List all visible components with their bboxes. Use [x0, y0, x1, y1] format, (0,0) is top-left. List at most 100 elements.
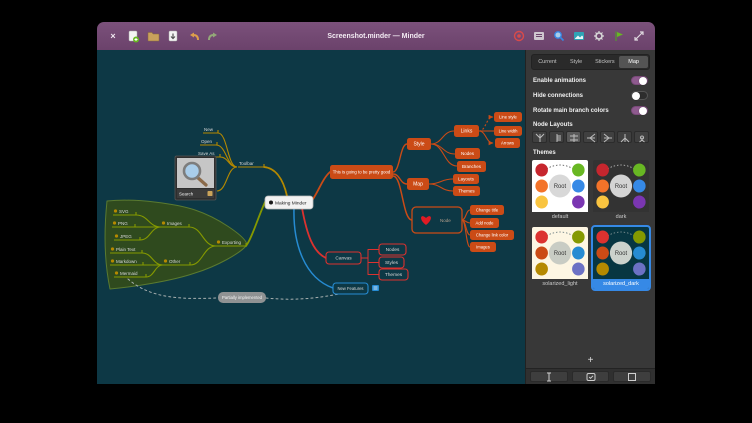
theme-solarized-light-thumbnail: Root: [532, 227, 588, 279]
layout-to-left-button[interactable]: [600, 131, 615, 143]
themes-grid: Root default Root dark Root solarized_li…: [526, 158, 655, 289]
mindmap-node-label: Images: [476, 245, 490, 250]
frame-button[interactable]: [613, 371, 651, 382]
theme-default[interactable]: Root default: [532, 160, 588, 222]
layout-downwards-button[interactable]: [617, 131, 632, 143]
mindmap-node-svg-dot: [114, 209, 117, 212]
layout-upwards-button[interactable]: [532, 131, 547, 143]
theme-solarized-light[interactable]: Root solarized_light: [532, 227, 588, 289]
mindmap-node-label: Arrows: [501, 141, 514, 146]
branch-edge: [313, 172, 330, 199]
sidebar-tabs: Current Style Stickers Map: [531, 54, 650, 70]
theme-solarized-light-label: solarized_light: [532, 279, 588, 289]
node-layouts-label: Node Layouts: [526, 118, 655, 130]
layout-to-right-icon: [585, 132, 597, 143]
titlebar[interactable]: ×: [97, 22, 655, 50]
theme-default-label: default: [532, 212, 588, 222]
export-button[interactable]: [611, 28, 627, 44]
tab-style[interactable]: Style: [562, 56, 591, 68]
mindmap-node-exporting-dot: [217, 240, 220, 243]
theme-solarized-dark-label: solarized_dark: [593, 279, 649, 289]
close-button[interactable]: ×: [105, 28, 121, 44]
focus-mode-button[interactable]: [511, 28, 527, 44]
mindmap-node-label: Search: [179, 192, 194, 197]
gear-icon: [593, 30, 605, 42]
focus-mode-icon: [513, 30, 525, 42]
shortcuts-button[interactable]: [531, 28, 547, 44]
layout-to-left-icon: [602, 132, 614, 143]
layout-horizontal-button[interactable]: [566, 131, 581, 143]
mindmap-node-label: SVG: [119, 209, 129, 214]
add-theme-button[interactable]: +: [526, 353, 655, 368]
branch-edge: [264, 167, 287, 196]
tab-stickers[interactable]: Stickers: [591, 56, 620, 68]
mindmap-node-mermaid-dot: [115, 271, 118, 274]
mindmap-node-label: Plain Text: [116, 247, 136, 252]
fullscreen-button[interactable]: [631, 28, 647, 44]
redo-button[interactable]: [205, 28, 221, 44]
text-select-icon: [544, 372, 554, 382]
branch-edge: [217, 167, 237, 191]
new-document-button[interactable]: [125, 28, 141, 44]
mindmap-node-label: PNG: [118, 221, 128, 226]
tab-map[interactable]: Map: [619, 56, 648, 68]
mindmap-node-label: Branches: [462, 164, 482, 169]
mindmap-canvas[interactable]: Making MinderToolbarNewOpenSave AsSearch…: [97, 50, 525, 384]
toggle-knob: [639, 107, 647, 115]
export-flag-icon: [613, 30, 625, 42]
layout-vertical-icon: [551, 132, 563, 143]
layout-downwards-icon: [619, 132, 631, 143]
image-check-button[interactable]: [572, 371, 610, 382]
mindmap-node-label: Themes: [458, 189, 475, 194]
rotate-branch-colors-toggle[interactable]: [631, 106, 648, 115]
toggle-knob: [639, 77, 647, 85]
mindmap-svg: Making MinderToolbarNewOpenSave AsSearch…: [97, 50, 525, 384]
image-check-icon: [586, 372, 596, 382]
mindmap-node-label: Node: [440, 218, 451, 223]
mindmap-node-images-dot: [162, 221, 165, 224]
svg-text:Root: Root: [554, 251, 567, 257]
mindmap-node-label: Other: [169, 259, 181, 264]
hide-connections-toggle[interactable]: [631, 91, 648, 100]
layout-to-right-button[interactable]: [583, 131, 598, 143]
theme-solarized-dark[interactable]: Root solarized_dark: [593, 227, 649, 289]
layout-manual-icon: [636, 132, 648, 143]
rotate-branch-colors-label: Rotate main branch colors: [533, 108, 609, 114]
theme-preview: Root: [532, 160, 588, 212]
branch-edge: [479, 131, 493, 143]
mindmap-node-jpeg-dot: [115, 234, 118, 237]
sidebar-spacer: [526, 289, 655, 353]
theme-dark[interactable]: Root dark: [593, 160, 649, 222]
mindmap-node-label: Exporting: [222, 240, 242, 245]
mindmap-node-label: Canvas: [335, 256, 352, 262]
save-button[interactable]: [165, 28, 181, 44]
mindmap-node-label: Toolbar: [239, 161, 254, 166]
theme-preview: Root: [593, 227, 649, 279]
mindmap-node-plain-text-dot: [111, 247, 114, 250]
export-image-button[interactable]: [571, 28, 587, 44]
mindmap-node-label: Mermaid: [120, 271, 138, 276]
svg-text:Root: Root: [615, 251, 628, 257]
toggle-knob: [632, 92, 640, 100]
image-icon: [573, 30, 585, 42]
theme-dark-label: dark: [593, 212, 649, 222]
mindmap-node-heart-node[interactable]: [412, 207, 462, 233]
mindmap-node-label: New Features: [337, 286, 363, 291]
image-caption-icon: [208, 191, 213, 196]
zoom-button[interactable]: [551, 28, 567, 44]
settings-button[interactable]: [591, 28, 607, 44]
themes-label: Themes: [526, 146, 655, 158]
mindmap-node-label: Images: [167, 221, 183, 226]
mindmap-node-root-sticker: [269, 201, 273, 205]
enable-animations-toggle[interactable]: [631, 76, 648, 85]
layout-manual-button[interactable]: [634, 131, 649, 143]
note-badge-icon[interactable]: [372, 285, 379, 291]
tab-current[interactable]: Current: [533, 56, 562, 68]
layout-vertical-button[interactable]: [549, 131, 564, 143]
undo-button[interactable]: [185, 28, 201, 44]
open-button[interactable]: [145, 28, 161, 44]
branch-edge: [462, 210, 470, 220]
branch-edge: [431, 131, 454, 144]
titlebar-right-actions: [507, 28, 647, 44]
text-select-button[interactable]: [530, 371, 568, 382]
